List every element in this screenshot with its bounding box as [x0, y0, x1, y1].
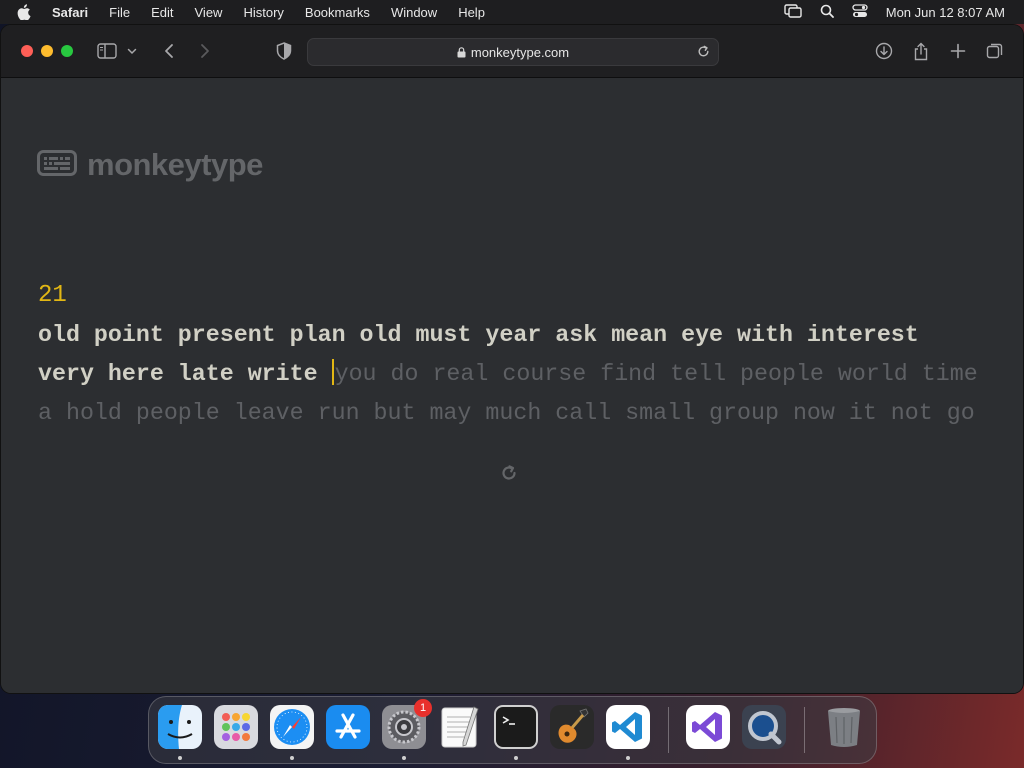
forward-icon[interactable] [195, 41, 215, 61]
dock-app-store[interactable] [326, 705, 370, 749]
dock-quicktime[interactable] [742, 705, 786, 749]
dock-launchpad[interactable] [214, 705, 258, 749]
word-counter: 21 [38, 282, 67, 309]
words-line-1: old point present plan old must year ask… [38, 316, 998, 355]
menubar-clock[interactable]: Mon Jun 12 8:07 AM [886, 5, 1005, 20]
trash-icon [828, 708, 860, 747]
dock-visual-studio[interactable] [686, 705, 730, 749]
screen-mirroring-icon[interactable] [784, 3, 802, 21]
safari-running-indicator [290, 756, 294, 760]
menu-file[interactable]: File [109, 5, 130, 20]
finder-icon [158, 705, 202, 749]
app-store-icon [326, 705, 370, 749]
menu-window[interactable]: Window [391, 5, 437, 20]
dock-vscode[interactable] [606, 705, 650, 749]
menu-view[interactable]: View [195, 5, 223, 20]
dock-trash[interactable] [822, 705, 866, 749]
vscode-icon [606, 705, 650, 749]
page-content: monkeytype 21 old point present plan old… [1, 78, 1023, 693]
untyped-words: a hold people leave run but may much cal… [38, 400, 975, 426]
dock-garageband[interactable] [550, 705, 594, 749]
privacy-shield-icon[interactable] [274, 41, 294, 61]
menu-bar: Safari File Edit View History Bookmarks … [0, 0, 1024, 24]
guitar-icon [550, 705, 594, 749]
notification-badge: 1 [414, 699, 432, 717]
words-line-2: very here late write you do real course … [38, 355, 998, 394]
dock: 1 [148, 696, 877, 764]
untyped-words: you do real course find tell people worl… [334, 361, 978, 387]
restart-test-icon[interactable] [499, 463, 519, 483]
monkeytype-logo[interactable]: monkeytype [37, 147, 263, 183]
launchpad-icon [214, 705, 258, 749]
lock-icon [457, 46, 466, 58]
vscode-running-indicator [626, 756, 630, 760]
dock-finder[interactable] [158, 705, 202, 749]
quicktime-icon [742, 705, 786, 749]
safari-window: monkeytype.com monkeytype 21 old point p… [1, 25, 1023, 693]
dock-separator [804, 707, 805, 753]
menu-history[interactable]: History [243, 5, 283, 20]
dock-system-settings[interactable]: 1 [382, 699, 432, 749]
typing-caret [331, 359, 334, 385]
typed-words: very here late write [38, 361, 332, 387]
typing-words-area[interactable]: old point present plan old must year ask… [38, 316, 998, 433]
words-line-3: a hold people leave run but may much cal… [38, 394, 998, 433]
dock-separator [668, 707, 669, 753]
new-tab-icon[interactable] [948, 41, 968, 61]
zoom-window-button[interactable] [61, 45, 73, 57]
menu-bookmarks[interactable]: Bookmarks [305, 5, 370, 20]
download-icon[interactable] [874, 41, 894, 61]
back-icon[interactable] [159, 41, 179, 61]
safari-compass-icon [270, 705, 314, 749]
terminal-icon [494, 705, 538, 749]
menu-help[interactable]: Help [458, 5, 485, 20]
minimize-window-button[interactable] [41, 45, 53, 57]
apple-menu-icon[interactable] [17, 4, 35, 20]
menu-edit[interactable]: Edit [151, 5, 173, 20]
share-icon[interactable] [911, 41, 931, 61]
spotlight-search-icon[interactable] [820, 4, 834, 21]
tab-overview-icon[interactable] [985, 41, 1005, 61]
sidebar-icon[interactable] [97, 41, 117, 61]
dock-terminal[interactable] [494, 705, 538, 749]
dock-safari[interactable] [270, 705, 314, 749]
settings-running-indicator [402, 756, 406, 760]
terminal-running-indicator [514, 756, 518, 760]
logo-text: monkeytype [87, 147, 263, 182]
browser-toolbar: monkeytype.com [1, 25, 1023, 78]
visual-studio-icon [686, 705, 730, 749]
url-text: monkeytype.com [470, 44, 570, 60]
typed-words: old point present plan old must year ask… [38, 322, 919, 348]
chevron-down-icon[interactable] [126, 41, 138, 61]
address-bar[interactable]: monkeytype.com [307, 38, 719, 66]
control-center-icon[interactable] [852, 3, 868, 21]
dock-textedit[interactable] [438, 705, 482, 749]
reload-icon[interactable] [695, 43, 711, 59]
textedit-icon [441, 706, 479, 748]
close-window-button[interactable] [21, 45, 33, 57]
menu-app-name[interactable]: Safari [52, 5, 88, 20]
keyboard-logo-icon [37, 149, 77, 181]
finder-running-indicator [178, 756, 182, 760]
